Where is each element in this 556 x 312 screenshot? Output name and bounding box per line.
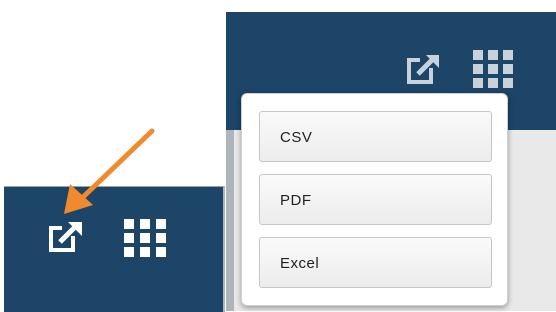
annotation-arrow-icon [64, 128, 155, 214]
